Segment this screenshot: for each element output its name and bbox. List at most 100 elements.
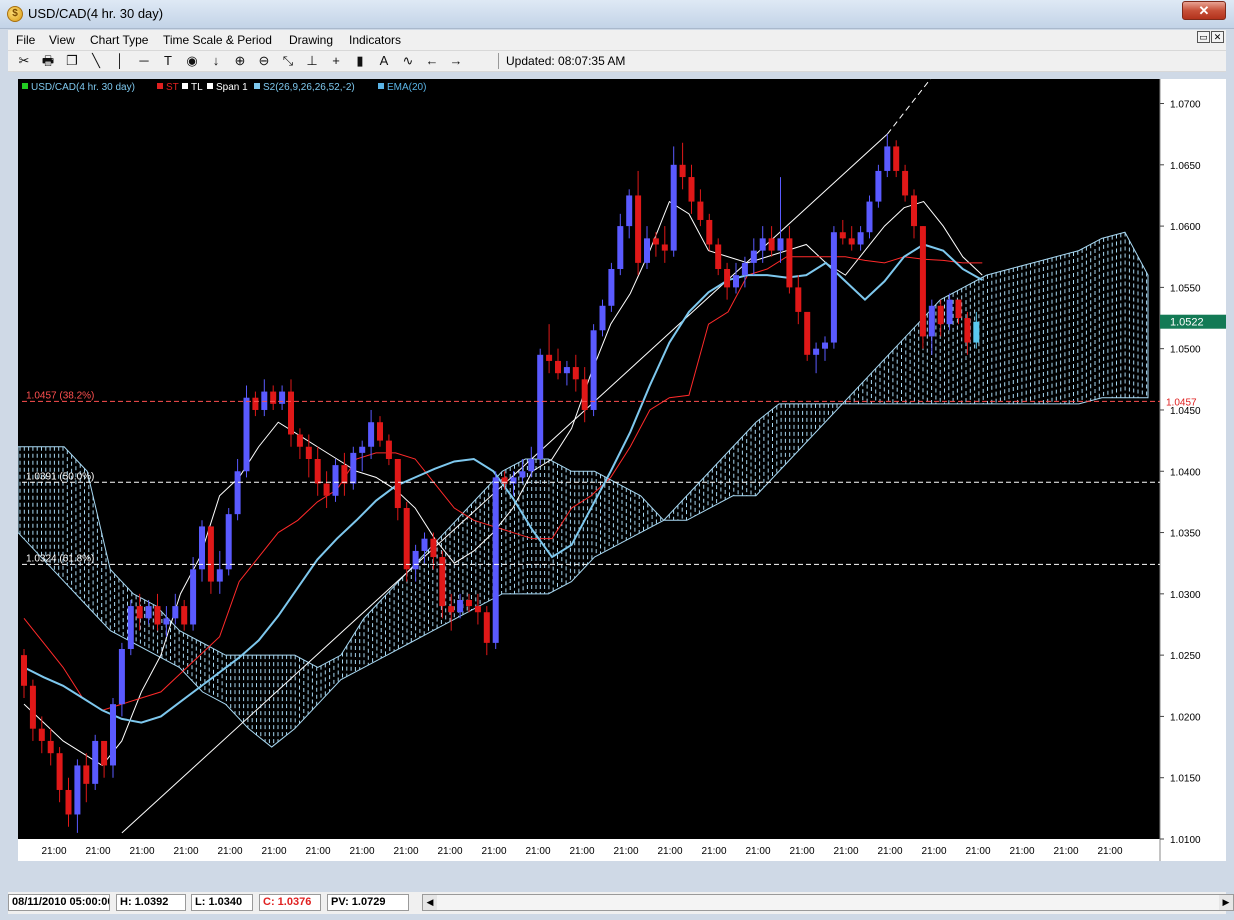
legend-label: TL — [191, 82, 203, 93]
candle-body — [199, 526, 205, 570]
arrow-down-icon[interactable]: ↓ — [206, 53, 226, 69]
legend-label: EMA(20) — [387, 82, 426, 93]
candle-body — [555, 360, 561, 374]
fit-icon[interactable]: ⤡ — [278, 53, 298, 69]
candle-body — [572, 367, 579, 380]
candle-body — [964, 318, 971, 343]
candle-body — [457, 599, 464, 613]
wave-icon[interactable]: ∿ — [398, 53, 418, 69]
scissors-icon[interactable]: ✂ — [14, 53, 34, 69]
price-chart[interactable]: 1.0457 (38.2%) 1.0391 (50.0%) 1.0324 (61.8… — [17, 54, 1226, 861]
x-tick-label: 21:00 — [481, 846, 506, 857]
candle-body — [670, 164, 677, 251]
legend-swatch — [207, 83, 213, 89]
arrow-right-icon[interactable]: → — [446, 53, 466, 69]
menu-file[interactable]: File — [16, 33, 35, 47]
arrow-left-icon[interactable]: ← — [422, 53, 442, 69]
candle-body — [902, 170, 909, 196]
x-tick-label: 21:00 — [41, 846, 66, 857]
status-high: H: 1.0392 — [116, 894, 186, 911]
candle-body — [528, 459, 535, 472]
title-bar: $ USD/CAD(4 hr. 30 day) ✕ — [0, 0, 1234, 29]
candle-body — [768, 238, 775, 251]
menu-drawing[interactable]: Drawing — [289, 33, 333, 47]
candle-body — [706, 219, 713, 245]
chart-area[interactable]: 1.0457 (38.2%) 1.0391 (50.0%) 1.0324 (61.8… — [17, 54, 1226, 861]
candle-body — [822, 342, 828, 349]
bar-icon[interactable]: ▮ — [350, 53, 370, 69]
candle-body — [759, 238, 766, 251]
candle-body — [857, 232, 864, 245]
x-tick-label: 21:00 — [261, 846, 286, 857]
candle-body — [733, 275, 739, 288]
candle-body — [848, 238, 855, 245]
candle-body — [919, 226, 926, 337]
a-icon[interactable]: A — [374, 53, 394, 69]
candle-body — [679, 164, 686, 178]
horizontal-scrollbar[interactable]: ◀ ▶ — [422, 894, 1234, 911]
scroll-left-icon[interactable]: ◀ — [423, 895, 437, 910]
restore-child-button[interactable]: ▭ — [1197, 31, 1210, 43]
menu-view[interactable]: View — [49, 33, 75, 47]
x-tick-label: 21:00 — [349, 846, 374, 857]
legend-swatch — [22, 83, 28, 89]
candle-body — [305, 446, 312, 459]
candle-body — [172, 606, 179, 619]
x-tick-label: 21:00 — [1053, 846, 1078, 857]
candle-body — [163, 618, 170, 625]
vertical-line-icon[interactable]: │ — [110, 53, 130, 69]
candle-body — [635, 195, 642, 263]
legend-label: ST — [166, 82, 179, 93]
copy-icon[interactable]: ❐ — [62, 53, 82, 69]
zoom-in-icon[interactable]: ⊕ — [230, 53, 250, 69]
x-tick-label: 21:00 — [789, 846, 814, 857]
candle-body — [154, 606, 161, 625]
updated-time: Updated: 08:07:35 AM — [506, 54, 626, 68]
candle-body — [804, 311, 811, 355]
horizontal-line-icon[interactable]: ─ — [134, 53, 154, 69]
candle-body — [21, 655, 27, 686]
candle-body — [136, 606, 143, 619]
candle-body — [92, 740, 99, 784]
candle-body — [118, 649, 125, 705]
candle-body — [466, 599, 472, 607]
candle-body — [385, 440, 392, 459]
candle-body — [537, 354, 544, 459]
candle-body — [261, 391, 268, 410]
y-tick-label: 1.0650 — [1170, 161, 1201, 172]
close-button[interactable]: ✕ — [1182, 1, 1226, 20]
circle-icon[interactable]: ◉ — [182, 53, 202, 69]
y-tick-label: 1.0450 — [1170, 406, 1201, 417]
candle-body — [750, 250, 757, 263]
candle-body — [181, 606, 188, 625]
y-tick-label: 1.0100 — [1170, 835, 1201, 846]
candle-body — [74, 765, 81, 815]
menu-chart-type[interactable]: Chart Type — [90, 33, 148, 47]
candle-body — [394, 459, 401, 509]
menu-indicators[interactable]: Indicators — [349, 33, 401, 47]
x-tick-label: 21:00 — [173, 846, 198, 857]
align-icon[interactable]: ⊥ — [302, 53, 322, 69]
candle-body — [688, 177, 695, 202]
candle-body — [474, 606, 481, 613]
candle-body — [288, 391, 294, 435]
close-child-button[interactable]: ✕ — [1211, 31, 1224, 43]
line-icon[interactable]: ╲ — [86, 53, 106, 69]
candle-body — [786, 238, 793, 288]
x-tick-label: 21:00 — [833, 846, 858, 857]
candle-body — [795, 287, 802, 312]
print-icon[interactable]: 🖶 — [38, 53, 58, 69]
candle-body — [937, 305, 944, 325]
status-close: C: 1.0376 — [259, 894, 321, 911]
text-icon[interactable]: T — [158, 53, 178, 69]
menu-time-scale-period[interactable]: Time Scale & Period — [163, 33, 272, 47]
status-bar: 08/11/2010 05:00:00 H: 1.0392 L: 1.0340 … — [8, 892, 1234, 914]
app-icon: $ — [7, 6, 23, 22]
scroll-right-icon[interactable]: ▶ — [1219, 895, 1233, 910]
zoom-out-icon[interactable]: ⊖ — [254, 53, 274, 69]
plus-icon[interactable]: + — [326, 53, 346, 69]
candle-body — [252, 397, 259, 410]
candle-body — [127, 606, 134, 649]
candle-body — [368, 422, 375, 447]
y-tick-label: 1.0700 — [1170, 100, 1201, 111]
